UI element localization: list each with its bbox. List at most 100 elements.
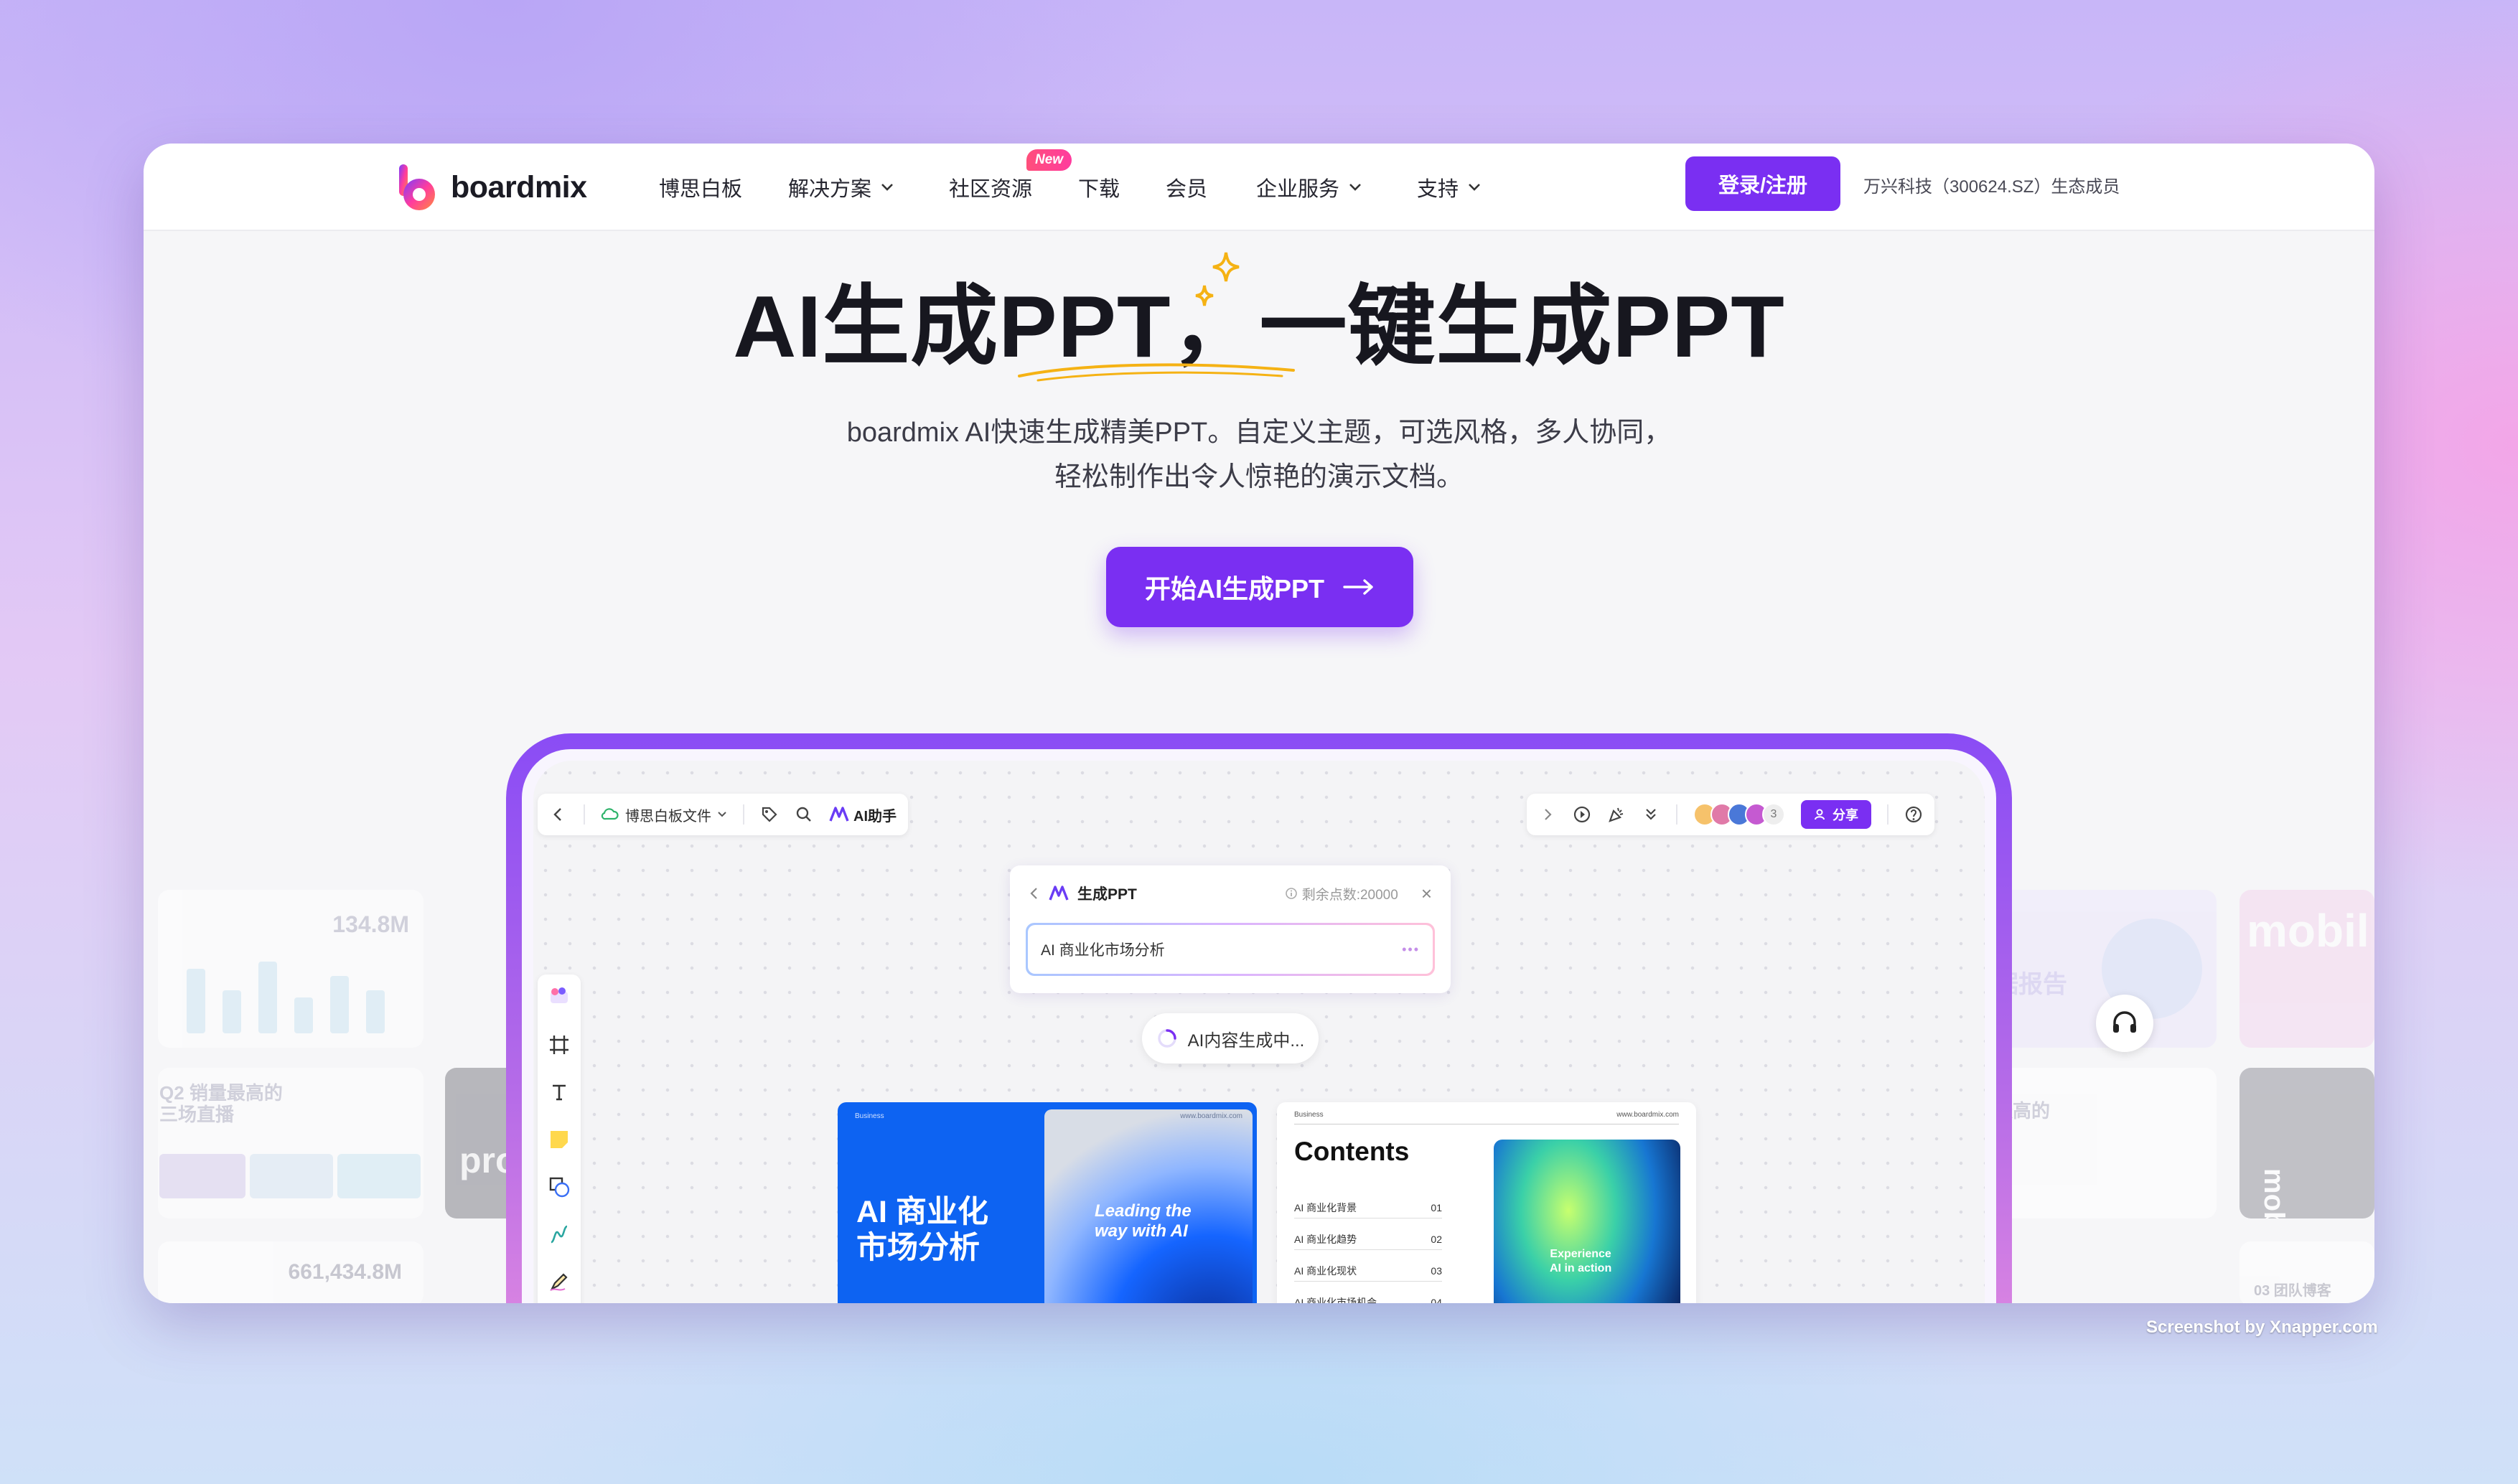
- navbar: boardmix 博思白板 解决方案 社区资源 New 下载 会员 企业服务 支…: [144, 144, 2374, 231]
- nav-item-support[interactable]: 支持: [1417, 171, 1482, 204]
- contents-row-label: AI 商业化现状: [1294, 1264, 1357, 1277]
- logo-text: boardmix: [451, 169, 587, 205]
- background-card-mobile-dark: mobile app: [2239, 1068, 2374, 1218]
- close-icon[interactable]: ×: [1421, 883, 1432, 905]
- ppt-topic-input[interactable]: AI 商业化市场分析 •••: [1026, 923, 1435, 976]
- background-card-livestream: Q2 销量最高的三场直播: [158, 1068, 423, 1218]
- pen-icon[interactable]: [548, 1270, 571, 1293]
- frame-icon[interactable]: [548, 1033, 571, 1056]
- nav-item-label: 下载: [1078, 178, 1120, 201]
- background-team-text: 03 团队博客: [2254, 1283, 2331, 1299]
- editor-top-right-toolbar: 3 分享: [1527, 794, 1934, 835]
- ai-generating-status: AI内容生成中...: [1142, 1013, 1319, 1063]
- back-arrow-icon[interactable]: [1029, 886, 1040, 901]
- caption-line: Experience: [1550, 1248, 1611, 1260]
- shapes-icon[interactable]: [548, 1175, 571, 1198]
- contents-row: AI 商业化趋势 02: [1294, 1229, 1442, 1250]
- contents-row-label: AI 商业化市场机会: [1294, 1296, 1377, 1304]
- nav-item-membership[interactable]: 会员: [1166, 171, 1207, 204]
- tag-icon[interactable]: [760, 805, 779, 824]
- slide-cover-title: AI 商业化 市场分析: [856, 1194, 988, 1266]
- headset-icon: [2113, 1011, 2136, 1033]
- chevron-down-icon: [881, 184, 893, 191]
- slide-cover-image: www.boardmix.com Leading the way with AI: [1044, 1109, 1253, 1303]
- device-mockup: 博思白板文件 AI助手 3 分享 生成PPT 剩余点数:20000 × AI 商…: [506, 733, 2012, 1303]
- browser-window: boardmix 博思白板 解决方案 社区资源 New 下载 会员 企业服务 支…: [144, 144, 2374, 1303]
- boardmix-logo[interactable]: boardmix: [398, 158, 587, 217]
- background-heading: Q2 销量最高的三场直播: [159, 1082, 283, 1125]
- connector-icon[interactable]: [548, 1223, 571, 1246]
- hero-subtitle-line-2: 轻松制作出令人惊艳的演示文档。: [1054, 462, 1464, 492]
- background-card-team: 03 团队博客: [2239, 1241, 2374, 1303]
- help-icon[interactable]: [1904, 805, 1923, 824]
- generate-ppt-panel: 生成PPT 剩余点数:20000 × AI 商业化市场分析 •••: [1010, 865, 1451, 993]
- celebrate-icon[interactable]: [1607, 805, 1626, 824]
- chevron-down-icon: [1469, 184, 1480, 191]
- caption-line: way with AI: [1095, 1221, 1188, 1241]
- back-arrow-icon[interactable]: [549, 805, 568, 824]
- editor-top-left-toolbar: 博思白板文件 AI助手: [538, 794, 908, 835]
- customer-support-button[interactable]: [2096, 995, 2153, 1052]
- caption-line: AI in action: [1550, 1262, 1612, 1274]
- nav-item-label: 解决方案: [788, 178, 872, 201]
- ai-assistant-button[interactable]: AI助手: [829, 804, 897, 825]
- sparkle-icon: [1195, 252, 1240, 306]
- search-icon[interactable]: [795, 805, 813, 824]
- background-mobile-text: mobil: [2247, 905, 2369, 957]
- text-icon[interactable]: [548, 1081, 571, 1104]
- sticky-note-icon[interactable]: [548, 1128, 571, 1151]
- nav-item-download[interactable]: 下载: [1078, 171, 1120, 204]
- start-ai-ppt-button[interactable]: 开始AI生成PPT: [1106, 547, 1413, 627]
- toolbar-divider: [1676, 804, 1677, 825]
- share-label: 分享: [1833, 808, 1858, 822]
- ppt-topic-input-field[interactable]: AI 商业化市场分析 •••: [1028, 925, 1433, 974]
- slide-cover[interactable]: Business www.boardmix.com Leading the wa…: [838, 1102, 1257, 1303]
- loading-text: AI内容生成中...: [1187, 1030, 1305, 1051]
- background-value: 661,434.8M: [288, 1260, 402, 1284]
- caption-line: Leading the: [1095, 1201, 1192, 1221]
- arrow-right-icon: [1343, 579, 1373, 595]
- chevron-down-icon: [718, 812, 726, 817]
- background-bar: [366, 990, 385, 1033]
- generate-ppt-title: 生成PPT: [1077, 886, 1137, 903]
- background-card-bottom: 661,434.8M: [158, 1241, 423, 1303]
- login-register-button[interactable]: 登录/注册: [1685, 156, 1840, 211]
- generate-ppt-header: 生成PPT 剩余点数:20000 ×: [1029, 881, 1432, 906]
- contents-row: AI 商业化背景 01: [1294, 1197, 1442, 1218]
- collaborator-avatars[interactable]: 3: [1693, 803, 1785, 826]
- nav-item-whiteboard[interactable]: 博思白板: [659, 171, 742, 204]
- chevron-down-icon: [1349, 184, 1361, 191]
- contents-row-label: AI 商业化背景: [1294, 1201, 1357, 1213]
- templates-icon[interactable]: [548, 985, 571, 1008]
- remaining-points: 剩余点数:20000: [1285, 884, 1398, 903]
- slide-contents[interactable]: Business www.boardmix.com Contents AI 商业…: [1277, 1102, 1696, 1303]
- remaining-points-text: 剩余点数:20000: [1301, 887, 1398, 903]
- double-chevron-down-icon[interactable]: [1642, 805, 1660, 824]
- nav-item-label: 会员: [1166, 178, 1208, 201]
- slide-contents-image-caption: Experience AI in action: [1550, 1247, 1611, 1276]
- nav-item-community[interactable]: 社区资源: [949, 171, 1032, 204]
- file-name-dropdown[interactable]: 博思白板文件: [601, 804, 727, 825]
- nav-item-label: 企业服务: [1256, 178, 1340, 201]
- cta-label: 开始AI生成PPT: [1144, 574, 1324, 604]
- title-underline-swash: [1018, 363, 1295, 382]
- background-value: 134.8M: [332, 911, 409, 937]
- nav-item-enterprise[interactable]: 企业服务: [1256, 171, 1362, 204]
- contents-row-num: 02: [1431, 1233, 1442, 1245]
- ai-assistant-label: AI助手: [853, 808, 897, 825]
- contents-row-label: AI 商业化趋势: [1294, 1233, 1357, 1245]
- background-tile: [159, 1154, 245, 1198]
- nav-item-solutions[interactable]: 解决方案: [788, 171, 894, 204]
- slide-url: www.boardmix.com: [1180, 1112, 1242, 1120]
- chevron-right-icon[interactable]: [1538, 805, 1557, 824]
- title-line: AI 商业化: [856, 1195, 988, 1229]
- play-icon[interactable]: [1573, 805, 1591, 824]
- slide-cover-image-caption: Leading the way with AI: [1095, 1201, 1192, 1241]
- background-bar: [330, 976, 349, 1033]
- share-button[interactable]: 分享: [1801, 800, 1871, 829]
- slide-tag: Business: [1294, 1111, 1324, 1119]
- whiteboard-canvas[interactable]: 博思白板文件 AI助手 3 分享 生成PPT 剩余点数:20000 × AI 商…: [533, 761, 1985, 1303]
- file-name: 博思白板文件: [625, 808, 711, 825]
- info-icon: [1285, 888, 1297, 899]
- ecosystem-member-text: 万兴科技（300624.SZ）生态成员: [1863, 177, 2120, 197]
